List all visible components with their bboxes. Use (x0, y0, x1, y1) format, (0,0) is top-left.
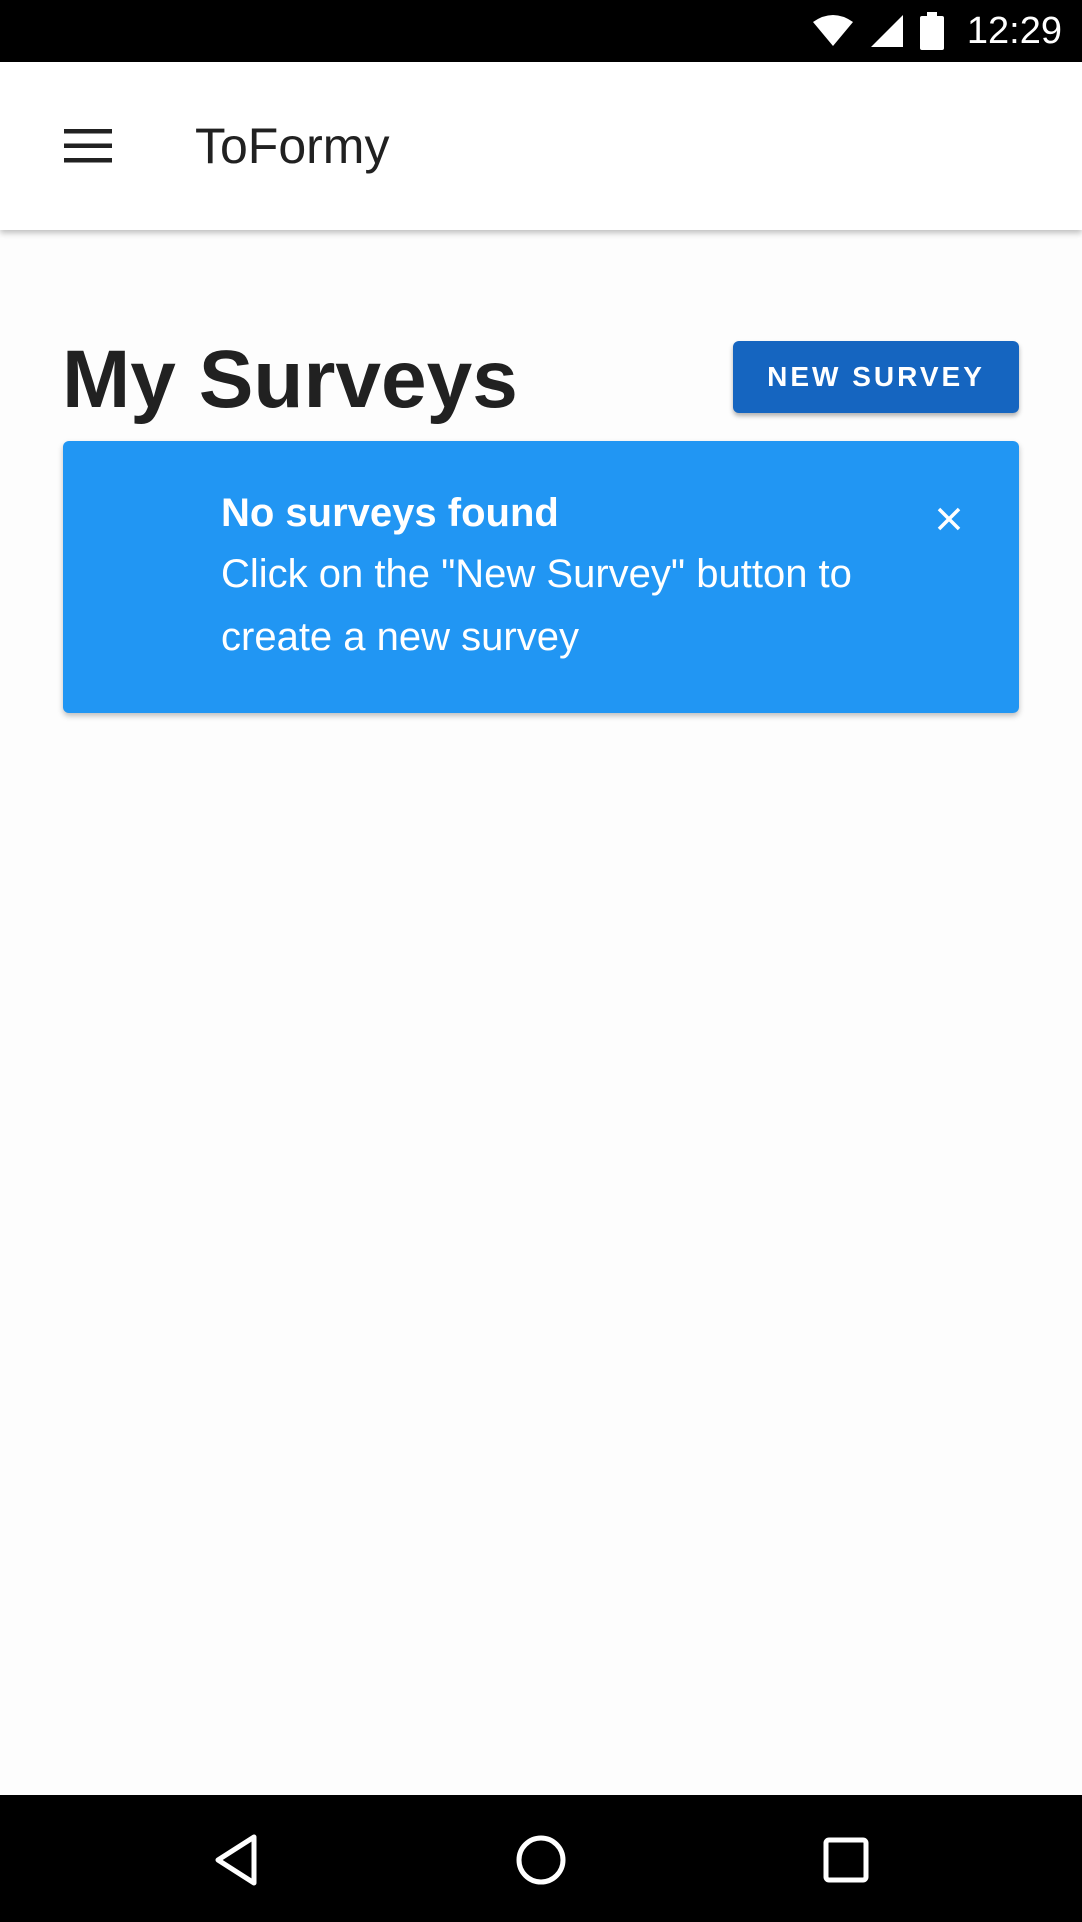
status-bar: 12:29 (0, 0, 1082, 62)
no-surveys-alert: No surveys found Click on the "New Surve… (63, 441, 1019, 713)
recents-button[interactable] (811, 1825, 881, 1895)
battery-icon (919, 12, 944, 50)
status-icons: 12:29 (811, 0, 1062, 62)
navigation-bar (0, 1795, 1082, 1922)
new-survey-button[interactable]: NEW SURVEY (733, 341, 1019, 413)
home-icon (516, 1835, 566, 1885)
close-icon (937, 507, 961, 531)
page-title: My Surveys (62, 334, 518, 425)
alert-title: No surveys found (221, 491, 559, 535)
status-time: 12:29 (966, 9, 1062, 52)
menu-button[interactable] (52, 114, 124, 178)
app-title: ToFormy (195, 118, 390, 174)
home-button[interactable] (506, 1825, 576, 1895)
app-bar: ToFormy (0, 62, 1082, 230)
alert-close-button[interactable] (929, 499, 969, 539)
wifi-icon (812, 15, 853, 46)
back-icon (215, 1834, 257, 1886)
back-button[interactable] (201, 1825, 271, 1895)
recents-icon (823, 1837, 869, 1883)
hamburger-menu-icon (64, 129, 112, 163)
signal-icon (870, 15, 903, 47)
alert-message: Click on the "New Survey" button to crea… (221, 552, 852, 659)
main-content: My Surveys NEW SURVEY No surveys found C… (0, 230, 1082, 1795)
